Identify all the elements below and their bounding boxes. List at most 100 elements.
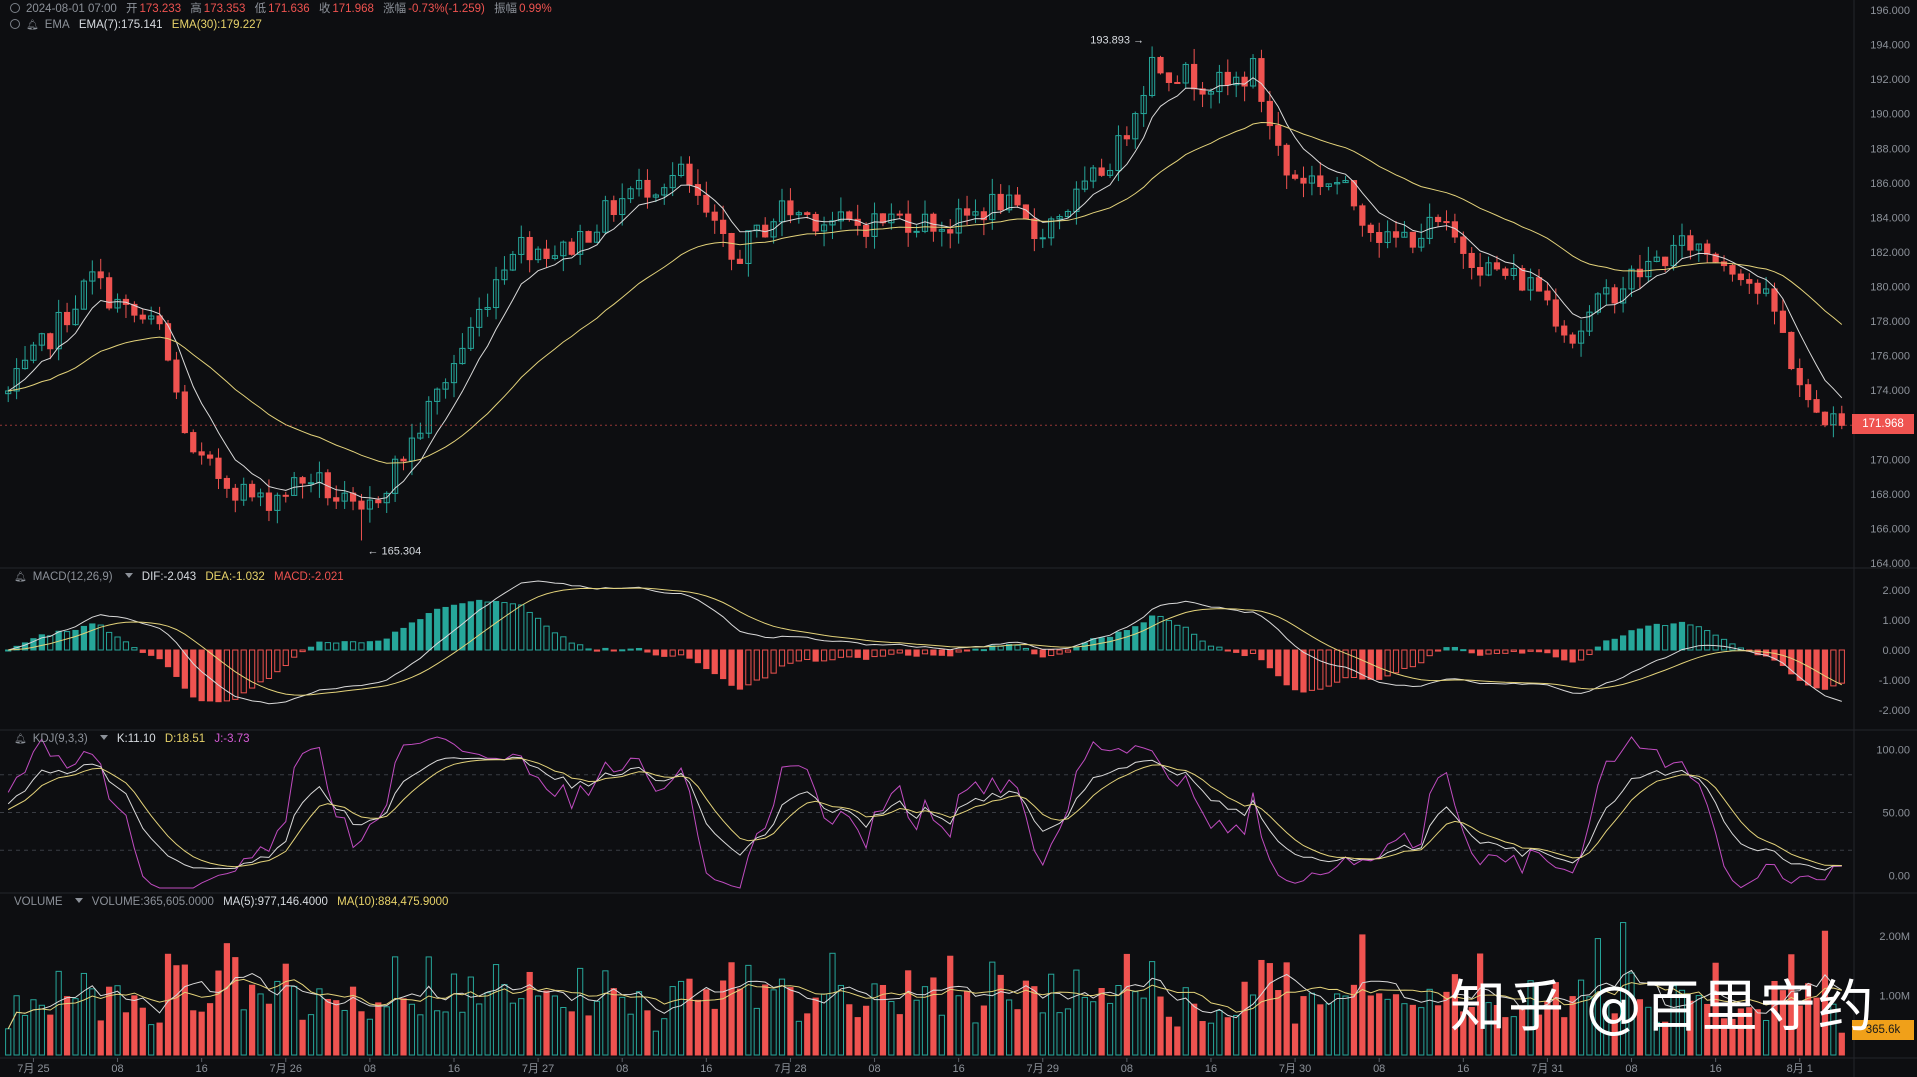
chevron-down-icon[interactable] (99, 735, 108, 740)
volume-bar (232, 957, 239, 1056)
alert-bell-icon[interactable]: 🔔︎ (14, 571, 27, 585)
candle-body (1788, 331, 1795, 370)
volume-bar (863, 1005, 870, 1056)
macd-histogram-bar (442, 606, 449, 651)
macd-histogram-bar (1611, 638, 1618, 651)
volume-bar (997, 974, 1004, 1056)
volume-bar (1056, 1012, 1063, 1056)
macd-histogram-bar (1325, 649, 1332, 687)
macd-histogram-bar (122, 641, 130, 651)
macd-dif-line (8, 580, 1842, 705)
ema-label[interactable]: EMA (45, 19, 70, 31)
volume-bar (518, 998, 525, 1056)
visibility-icon[interactable] (10, 19, 20, 29)
volume-bar (215, 970, 222, 1056)
k-value: K:11.10 (116, 733, 156, 745)
candle-body (1636, 268, 1644, 278)
volume-bar (139, 1007, 146, 1056)
macd-histogram-bar (526, 611, 533, 651)
candle-body (1409, 231, 1416, 248)
macd-histogram-bar (1275, 649, 1282, 677)
visibility-icon[interactable] (10, 3, 20, 13)
macd-histogram-bar (1519, 649, 1526, 654)
price-axis-tick: 182.000 (1870, 247, 1910, 259)
macd-histogram-bar (1132, 626, 1139, 651)
macd-histogram-bar (232, 649, 239, 700)
macd-histogram-bar (358, 642, 365, 651)
volume-bar (1191, 1003, 1198, 1056)
macd-histogram-bar (1594, 646, 1601, 651)
macd-histogram-bar (980, 649, 987, 652)
macd-histogram-bar (1662, 625, 1669, 651)
candle-body (1258, 58, 1265, 102)
chevron-down-icon[interactable] (74, 898, 83, 903)
candle-body (787, 200, 794, 216)
macd-histogram-bar (635, 647, 643, 651)
watermark-text: 知乎 @百里守约 (1450, 975, 1876, 1040)
macd-histogram-bar (602, 647, 609, 651)
candle-body (585, 231, 592, 243)
macd-histogram-bar (938, 649, 945, 656)
trading-chart[interactable]: 196.000 194.000 192.000 190.000 188.000 186.0… (0, 0, 1917, 1077)
volume-axis-tick: 2.00M (1879, 931, 1910, 943)
macd-histogram-bar (139, 649, 146, 653)
ema7-value: EMA(7):175.141 (78, 19, 163, 31)
macd-histogram-bar (1022, 647, 1030, 651)
macd-histogram-bar (1123, 630, 1130, 651)
macd-histogram-bar (661, 649, 668, 657)
macd-histogram-bar (1376, 649, 1383, 680)
volume-bar (400, 998, 407, 1056)
macd-histogram-bar (1678, 621, 1686, 651)
x-axis-tick-label: 16 (448, 1063, 460, 1075)
macd-histogram-bar (770, 649, 777, 674)
volume-label[interactable]: VOLUME (14, 896, 63, 908)
macd-histogram-bar (1712, 634, 1719, 651)
macd-histogram-bar (534, 617, 542, 651)
volume-bar (694, 999, 702, 1056)
volume-bar (206, 1003, 214, 1056)
candle-body (610, 200, 617, 216)
candle-body (333, 497, 340, 502)
alert-bell-icon[interactable]: 🔔︎ (14, 733, 27, 747)
macd-histogram-bar (1451, 646, 1458, 651)
candle-body (1359, 205, 1366, 226)
x-axis-tick-label: 7月 27 (522, 1063, 554, 1075)
candle-body (997, 193, 1004, 211)
candle-body (694, 184, 702, 196)
volume-bar (1350, 984, 1358, 1056)
candle-body (1838, 413, 1845, 426)
volume-bar (358, 1011, 365, 1056)
alert-bell-icon[interactable]: 🔔︎ (26, 19, 39, 33)
volume-bar (1123, 953, 1130, 1056)
candle-body (1821, 411, 1829, 426)
x-axis-tick-label: 16 (1205, 1063, 1217, 1075)
chevron-down-icon[interactable] (124, 573, 133, 578)
volume-bar (728, 962, 735, 1056)
macd-histogram-bar (736, 649, 744, 690)
volume-bar (610, 988, 617, 1056)
volume-bar (307, 1014, 315, 1056)
macd-histogram-bar (316, 641, 323, 651)
volume-bar (947, 955, 954, 1056)
candle-body (1771, 288, 1778, 312)
macd-label[interactable]: MACD(12,26,9) (33, 571, 113, 583)
macd-histogram-bar (913, 649, 920, 657)
macd-axis-tick: 1.000 (1882, 615, 1910, 627)
candle-body (206, 454, 214, 459)
candle-body (804, 212, 811, 215)
volume-bar (1291, 1023, 1299, 1056)
price-axis-tick: 180.000 (1870, 282, 1910, 294)
volume-bar (1090, 1001, 1097, 1056)
volume-bar (871, 983, 878, 1056)
candle-body (249, 483, 256, 498)
volume-bar (198, 1011, 205, 1056)
candle-body (1729, 265, 1736, 275)
candle-body (215, 457, 222, 479)
volume-bar (392, 956, 399, 1056)
macd-histogram-bar (627, 648, 634, 651)
candle-body (736, 258, 744, 264)
candle-body (720, 219, 727, 234)
volume-bar (1148, 961, 1156, 1056)
kdj-label[interactable]: KDJ(9,3,3) (33, 733, 88, 745)
candle-body (1737, 273, 1744, 281)
